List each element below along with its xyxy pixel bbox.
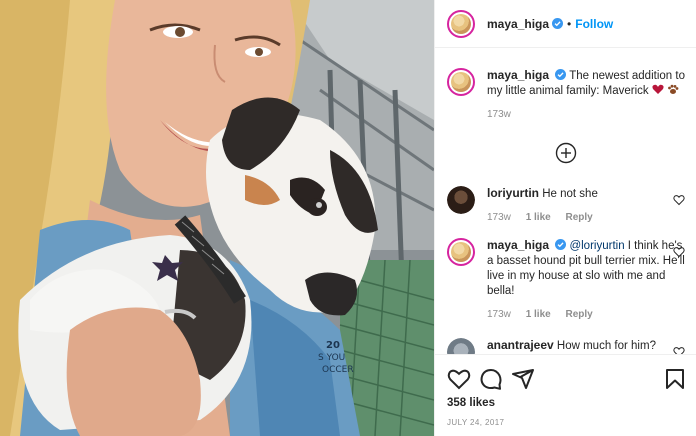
verified-badge-icon	[555, 239, 567, 250]
comment-like-heart-icon[interactable]	[673, 194, 685, 206]
comment-mention[interactable]: @loriyurtin	[569, 240, 624, 252]
comment-like-heart-icon[interactable]	[673, 246, 685, 258]
paw-emoji-icon	[668, 84, 679, 94]
caption-avatar[interactable]	[447, 68, 475, 96]
instagram-post: 20 S YOU OCCER maya_higa • Follow maya_h…	[0, 0, 696, 436]
heart-emoji-icon	[652, 84, 664, 94]
comment-likes[interactable]: 1 like	[526, 309, 551, 320]
caption-meta: 173w	[487, 107, 685, 122]
verified-badge-icon	[552, 18, 564, 29]
reply-button[interactable]: Reply	[566, 309, 593, 320]
author-username[interactable]: maya_higa	[487, 17, 549, 31]
comment-text: How much for him?	[556, 340, 656, 352]
commenter-avatar[interactable]	[447, 338, 475, 354]
shirt-text-3: OCCER	[322, 365, 354, 375]
comment-likes[interactable]: 1 like	[526, 212, 551, 223]
comment-username[interactable]: loriyurtin	[487, 186, 539, 200]
likes-count[interactable]: 358 likes	[447, 397, 495, 409]
reply-button[interactable]: Reply	[566, 212, 593, 223]
share-icon[interactable]	[511, 367, 535, 391]
comment-item: loriyurtin He not she 173w 1 like Reply	[447, 186, 685, 225]
comment-time: 173w	[487, 212, 511, 223]
comment-body: anantrajeev How much for him?	[487, 338, 685, 354]
commenter-avatar[interactable]	[447, 186, 475, 214]
separator-dot: •	[567, 16, 572, 31]
heart-icon[interactable]	[447, 367, 471, 391]
caption-username[interactable]: maya_higa	[487, 68, 549, 82]
comment-username[interactable]: anantrajeev	[487, 338, 554, 352]
post-side-panel: maya_higa • Follow maya_higa The newest	[434, 0, 696, 436]
shirt-text-2: S YOU	[318, 353, 345, 363]
caption-time: 173w	[487, 109, 511, 120]
comment-time: 173w	[487, 309, 511, 320]
post-photo[interactable]: 20 S YOU OCCER	[0, 0, 434, 436]
comment-item: maya_higa @loriyurtin I think he's a bas…	[447, 238, 685, 322]
follow-button[interactable]: Follow	[575, 17, 613, 31]
commenter-avatar[interactable]	[447, 238, 475, 266]
plus-circle-icon[interactable]	[555, 142, 577, 164]
author-avatar[interactable]	[447, 9, 475, 38]
comment-meta: 173w 1 like Reply	[487, 307, 685, 322]
comment-text: He not she	[542, 188, 598, 200]
comment-meta: 173w 1 like Reply	[487, 210, 685, 225]
post-date: JULY 24, 2017	[447, 418, 505, 427]
post-actions: 358 likes JULY 24, 2017	[435, 354, 696, 436]
caption-body: maya_higa The newest addition to my litt…	[487, 68, 685, 122]
comment-body: loriyurtin He not she 173w 1 like Reply	[487, 186, 685, 225]
comment-icon[interactable]	[479, 367, 503, 391]
comment-like-heart-icon[interactable]	[673, 346, 685, 354]
comment-item: anantrajeev How much for him?	[447, 338, 685, 354]
post-header: maya_higa • Follow	[435, 0, 696, 48]
photo-illustration: 20 S YOU OCCER	[0, 0, 434, 436]
verified-badge-icon	[555, 69, 567, 80]
bookmark-icon[interactable]	[663, 367, 687, 391]
comments-section: maya_higa The newest addition to my litt…	[435, 48, 696, 354]
comment-username[interactable]: maya_higa	[487, 238, 549, 252]
shirt-text-1: 20	[326, 340, 340, 351]
comment-body: maya_higa @loriyurtin I think he's a bas…	[487, 238, 685, 322]
caption: maya_higa The newest addition to my litt…	[447, 68, 685, 122]
